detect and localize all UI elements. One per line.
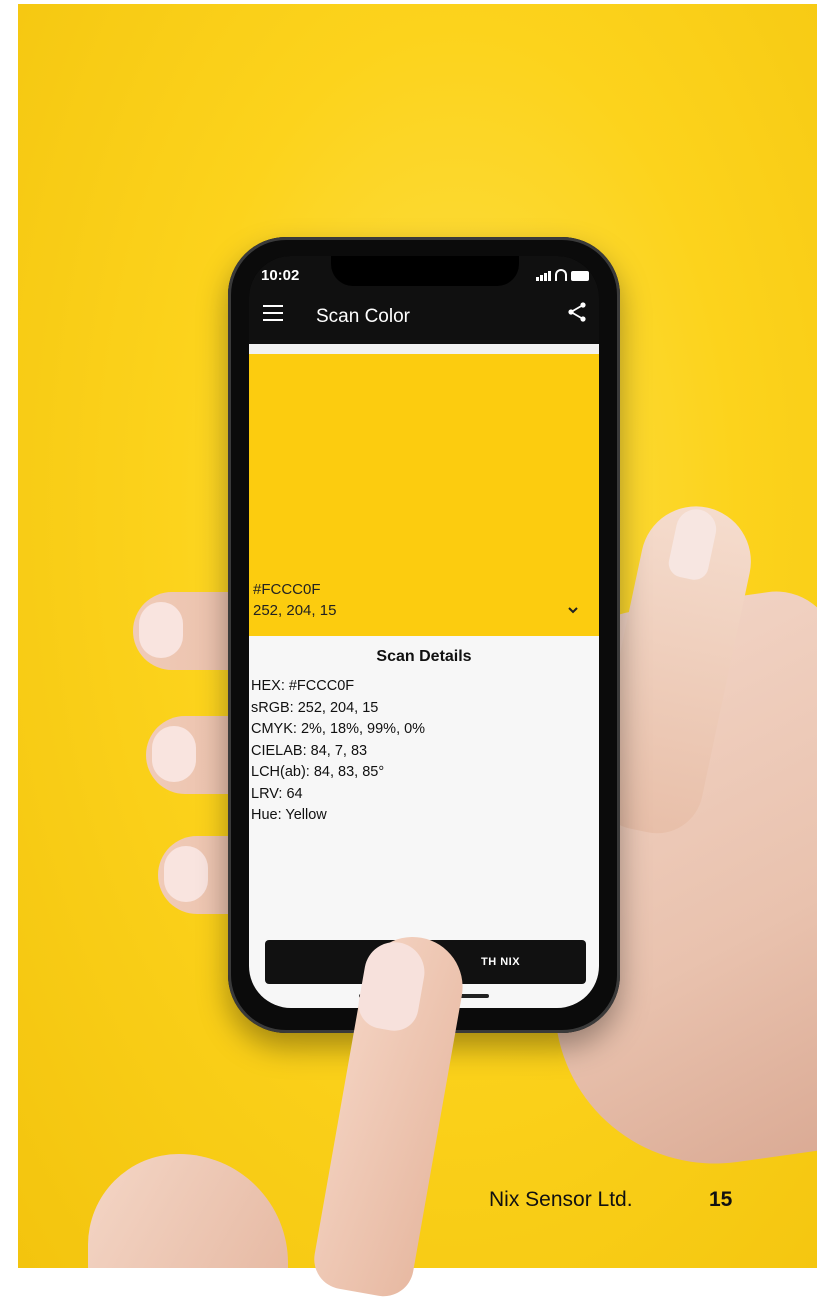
share-icon[interactable] <box>565 300 589 324</box>
phone-screen: 10:02 Scan Color #FCCC0F 252, 204, 15 Sc… <box>249 256 599 1008</box>
detail-cielab: CIELAB: 84, 7, 83 <box>251 742 368 759</box>
status-icons <box>536 269 589 281</box>
detail-srgb: sRGB: 252, 204, 15 <box>251 699 379 716</box>
battery-icon <box>571 271 589 281</box>
chevron-down-icon[interactable] <box>567 604 579 616</box>
detail-cmyk: CMYK: 2%, 18%, 99%, 0% <box>251 721 426 737</box>
detail-hex: HEX: #FCCC0F <box>251 678 355 694</box>
menu-icon[interactable] <box>263 305 283 326</box>
detail-lch: LCH(ab): 84, 83, 85° <box>251 764 385 780</box>
page-title: Scan Color <box>316 306 410 327</box>
scan-details-title: Scan Details <box>376 648 472 665</box>
app-bar: Scan Color <box>249 292 599 344</box>
swatch-rgb-value: 252, 204, 15 <box>253 602 337 619</box>
detail-lrv: LRV: 64 <box>251 785 303 802</box>
footer-page-number: 15 <box>709 1188 733 1211</box>
status-time: 10:02 <box>261 267 300 284</box>
signal-icon <box>536 271 551 281</box>
swatch-hex-value: #FCCC0F <box>253 581 321 598</box>
wifi-icon <box>555 269 567 281</box>
footer-company-name: Nix Sensor Ltd. <box>489 1188 633 1211</box>
detail-hue: Hue: Yellow <box>251 807 327 823</box>
nix-action-button-label: TH NIX <box>480 956 521 968</box>
color-swatch[interactable]: #FCCC0F 252, 204, 15 <box>249 354 599 636</box>
swatch-top-gap <box>249 344 599 354</box>
scan-details-list: HEX: #FCCC0F sRGB: 252, 204, 15 CMYK: 2%… <box>251 676 425 827</box>
phone-notch <box>331 256 519 286</box>
bottom-finger <box>88 1154 288 1268</box>
